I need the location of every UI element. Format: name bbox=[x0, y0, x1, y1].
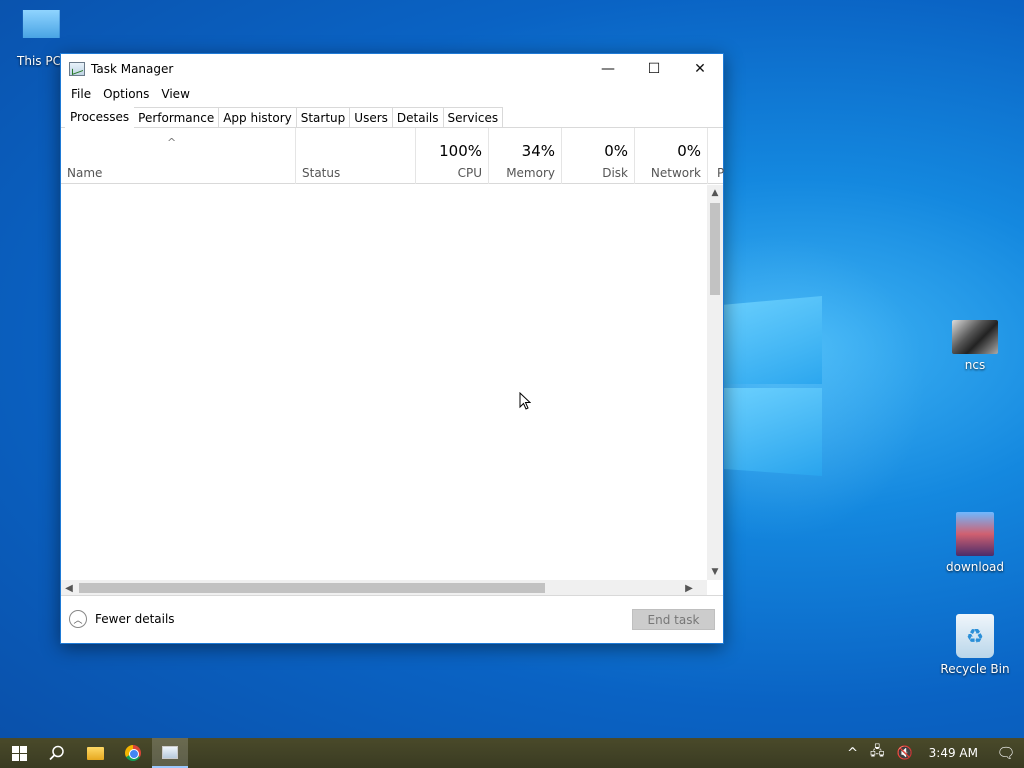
system-tray: ^ 🖧 🔇 3:49 AM 🗨 bbox=[841, 738, 1024, 768]
column-header-memory[interactable]: 34% Memory bbox=[489, 128, 562, 184]
column-label: Memory bbox=[506, 166, 555, 180]
tab-services[interactable]: Services bbox=[442, 107, 504, 127]
mouse-cursor-icon bbox=[519, 392, 531, 410]
maximize-button[interactable]: ☐ bbox=[631, 54, 677, 84]
column-label: Name bbox=[67, 166, 103, 180]
vertical-scrollbar[interactable]: ▲ ▼ bbox=[707, 185, 723, 580]
menu-options[interactable]: Options bbox=[97, 87, 155, 101]
chrome-icon bbox=[125, 745, 141, 761]
column-label: P bbox=[717, 166, 725, 180]
search-button[interactable] bbox=[38, 738, 76, 768]
scroll-up-arrow-icon[interactable]: ▲ bbox=[707, 185, 723, 201]
folder-icon bbox=[86, 746, 104, 760]
horizontal-scroll-thumb[interactable] bbox=[79, 583, 545, 593]
desktop-icon-label: Recycle Bin bbox=[940, 662, 1010, 676]
scroll-down-arrow-icon[interactable]: ▼ bbox=[707, 564, 723, 580]
network-icon[interactable]: 🖧 bbox=[864, 742, 891, 764]
vertical-scroll-thumb[interactable] bbox=[710, 203, 720, 295]
fewer-details-label: Fewer details bbox=[95, 612, 175, 626]
close-button[interactable]: ✕ bbox=[677, 54, 723, 84]
task-manager-icon bbox=[162, 745, 178, 759]
column-header-name[interactable]: ^ Name bbox=[61, 128, 296, 184]
image-thumbnail-icon bbox=[956, 512, 994, 556]
scroll-right-arrow-icon[interactable]: ▶ bbox=[681, 580, 697, 596]
column-header-status[interactable]: Status bbox=[296, 128, 416, 184]
column-header-cpu[interactable]: 100% CPU bbox=[416, 128, 489, 184]
column-label: Disk bbox=[602, 166, 628, 180]
desktop-icon-download[interactable]: download bbox=[938, 512, 1012, 574]
recycle-bin-icon: ♻ bbox=[956, 614, 994, 658]
tab-performance[interactable]: Performance bbox=[133, 107, 220, 127]
taskbar: ^ 🖧 🔇 3:49 AM 🗨 bbox=[0, 738, 1024, 768]
tab-processes[interactable]: Processes bbox=[65, 104, 135, 128]
tab-app-history[interactable]: App history bbox=[218, 107, 297, 127]
minimize-button[interactable]: — bbox=[585, 54, 631, 84]
column-label: CPU bbox=[457, 166, 482, 180]
tab-startup[interactable]: Startup bbox=[295, 107, 351, 127]
desktop-icon-label: ncs bbox=[964, 358, 986, 372]
clock[interactable]: 3:49 AM bbox=[919, 746, 988, 760]
memory-usage-value: 34% bbox=[521, 142, 555, 160]
start-button[interactable] bbox=[0, 738, 38, 768]
tab-strip: Processes Performance App history Startu… bbox=[61, 104, 723, 128]
network-usage-value: 0% bbox=[677, 142, 701, 160]
desktop-icon-ncs[interactable]: ncs bbox=[938, 320, 1012, 372]
tab-details[interactable]: Details bbox=[391, 107, 444, 127]
column-header-row: ^ Name Status 100% CPU 34% Memory 0% Dis… bbox=[61, 128, 725, 184]
task-manager-icon bbox=[69, 62, 85, 76]
menu-bar: File Options View bbox=[61, 84, 723, 104]
horizontal-scrollbar[interactable]: ◀ ▶ bbox=[61, 580, 707, 596]
fewer-details-link[interactable]: ︿ Fewer details bbox=[69, 610, 175, 628]
volume-muted-icon[interactable]: 🔇 bbox=[890, 746, 918, 761]
window-title: Task Manager bbox=[91, 62, 174, 76]
column-header-network[interactable]: 0% Network bbox=[635, 128, 708, 184]
scroll-left-arrow-icon[interactable]: ◀ bbox=[61, 580, 77, 596]
desktop-icon-label: download bbox=[945, 560, 1005, 574]
file-explorer-button[interactable] bbox=[76, 738, 114, 768]
column-header-power[interactable]: P bbox=[708, 128, 725, 184]
title-bar[interactable]: Task Manager — ☐ ✕ bbox=[61, 54, 723, 84]
chevron-up-icon: ︿ bbox=[69, 610, 87, 628]
chrome-button[interactable] bbox=[114, 738, 152, 768]
desktop-icon-recycle-bin[interactable]: ♻ Recycle Bin bbox=[938, 614, 1012, 676]
process-list[interactable]: ▲ ▼ bbox=[61, 185, 723, 580]
end-task-button[interactable]: End task bbox=[632, 609, 715, 630]
column-label: Status bbox=[302, 166, 341, 180]
menu-view[interactable]: View bbox=[155, 87, 195, 101]
windows-logo-icon bbox=[11, 745, 27, 761]
cpu-usage-value: 100% bbox=[439, 142, 482, 160]
wallpaper-windows-logo bbox=[592, 208, 952, 568]
column-label: Network bbox=[650, 166, 701, 180]
footer-bar: ︿ Fewer details End task bbox=[61, 595, 723, 643]
search-icon bbox=[49, 745, 64, 761]
column-header-disk[interactable]: 0% Disk bbox=[562, 128, 635, 184]
image-thumbnail-icon bbox=[952, 320, 998, 354]
sort-ascending-icon: ^ bbox=[167, 136, 177, 149]
task-manager-window: Task Manager — ☐ ✕ File Options View Pro… bbox=[60, 53, 724, 644]
menu-file[interactable]: File bbox=[65, 87, 97, 101]
disk-usage-value: 0% bbox=[604, 142, 628, 160]
task-manager-taskbar-button[interactable] bbox=[152, 738, 188, 768]
chevron-up-icon[interactable]: ^ bbox=[841, 746, 864, 761]
tab-users[interactable]: Users bbox=[349, 107, 393, 127]
computer-icon bbox=[22, 10, 60, 38]
action-center-icon[interactable]: 🗨 bbox=[988, 744, 1024, 762]
